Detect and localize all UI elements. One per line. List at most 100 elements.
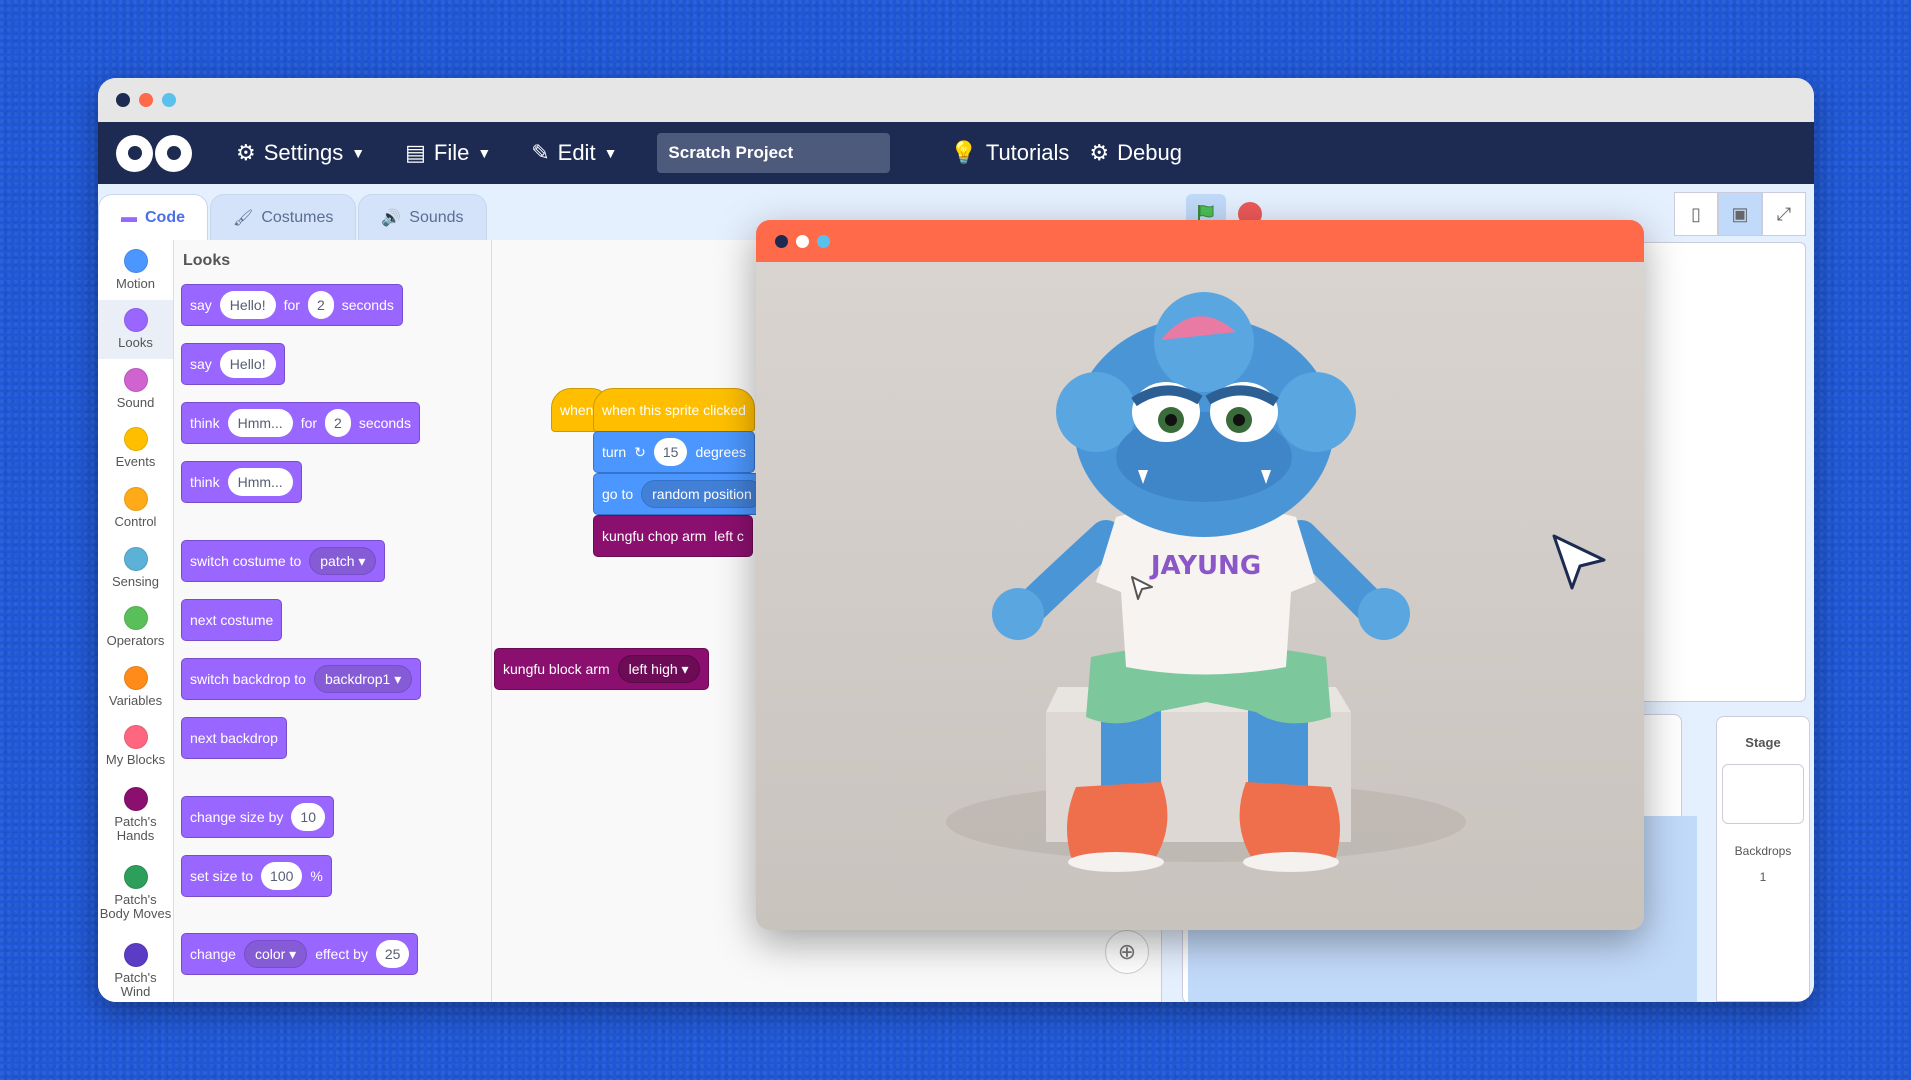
category-label: Patch's Hands [114, 814, 157, 844]
block-text: when [560, 402, 594, 418]
category-variables[interactable]: Variables [98, 657, 173, 717]
dropdown-value: backdrop1 [324, 671, 391, 687]
block-input[interactable]: 15 [653, 438, 688, 466]
next-backdrop-block[interactable]: next backdrop [181, 717, 287, 759]
turn-degrees-block[interactable]: turn ↻ 15 degrees [593, 431, 756, 473]
tab-sounds[interactable]: 🔊 Sounds [358, 194, 487, 240]
block-palette: Looks say Hello! for 2 seconds say Hello… [174, 240, 492, 1002]
minimize-dot[interactable] [139, 93, 153, 107]
block-input[interactable]: Hmm... [227, 409, 293, 437]
category-sound[interactable]: Sound [98, 359, 173, 419]
category-label: Motion [115, 275, 156, 291]
small-stage-button[interactable]: ▯ [1674, 192, 1718, 236]
file-menu[interactable]: ▤ File ▼ [405, 140, 491, 166]
block-input[interactable]: 10 [291, 803, 325, 831]
kungfu-chop-block[interactable]: kungfu chop arm left c [593, 515, 753, 557]
tutorials-button[interactable]: 💡 Tutorials [950, 140, 1069, 166]
go-to-block[interactable]: go to random position [593, 473, 772, 515]
when-sprite-clicked-block[interactable]: when this sprite clicked [593, 388, 755, 432]
block-text: for [283, 297, 300, 313]
arm-position-dropdown[interactable]: left high ▾ [617, 655, 700, 683]
popup-title-bar [756, 220, 1644, 262]
close-dot[interactable] [116, 93, 130, 107]
project-title-input[interactable]: Scratch Project [657, 133, 891, 173]
block-text: when this sprite clicked [602, 402, 746, 418]
speaker-icon: 🔊 [381, 209, 402, 227]
settings-menu[interactable]: ⚙ Settings ▼ [236, 140, 365, 166]
block-text: degrees [695, 444, 747, 460]
say-block[interactable]: say Hello! [181, 343, 285, 385]
block-text: change [190, 946, 236, 962]
block-input[interactable]: Hello! [219, 291, 276, 319]
kungfu-block-arm-block[interactable]: kungfu block arm left high ▾ [494, 648, 709, 690]
next-costume-block[interactable]: next costume [181, 599, 283, 641]
tab-costumes[interactable]: 🖌 Costumes [210, 194, 357, 240]
debug-button[interactable]: ⚙ Debug [1089, 140, 1182, 166]
category-motion[interactable]: Motion [98, 240, 173, 300]
stage-target-pane[interactable]: Stage Backdrops 1 [1716, 716, 1810, 1002]
stage-thumbnail[interactable] [1722, 764, 1804, 824]
change-effect-block[interactable]: change color ▾ effect by 25 [181, 933, 419, 975]
block-input[interactable]: 25 [375, 940, 410, 968]
category-sensing[interactable]: Sensing [98, 538, 173, 598]
block-input[interactable]: 2 [307, 291, 334, 319]
costume-dropdown[interactable]: patch ▾ [309, 547, 377, 575]
tab-code[interactable]: ▬ Code [98, 194, 208, 240]
dropdown-value: left high [628, 661, 678, 677]
set-size-block[interactable]: set size to 100 % [181, 855, 332, 897]
switch-backdrop-block[interactable]: switch backdrop to backdrop1 ▾ [181, 658, 422, 700]
tab-sounds-label: Sounds [409, 208, 464, 226]
block-text: left c [714, 528, 744, 544]
block-input[interactable]: Hmm... [227, 468, 293, 496]
scratch-logo[interactable] [116, 134, 192, 172]
category-label: Sound [116, 394, 155, 410]
think-for-seconds-block[interactable]: think Hmm... for 2 seconds [181, 402, 420, 444]
category-events[interactable]: Events [98, 419, 173, 479]
mouse-cursor-icon [1550, 532, 1610, 597]
gear-icon: ⚙ [236, 140, 256, 165]
large-stage-button[interactable]: ▣ [1718, 192, 1762, 236]
editor-tabs: ▬ Code 🖌 Costumes 🔊 Sounds [98, 194, 487, 240]
block-input[interactable]: 2 [325, 409, 351, 437]
block-input[interactable]: 100 [261, 862, 303, 890]
change-size-block[interactable]: change size by 10 [181, 796, 334, 838]
category-patch-s-hands[interactable]: Patch's Hands [98, 776, 173, 854]
block-text: seconds [341, 297, 394, 313]
stage-label: Stage [1745, 735, 1781, 750]
switch-costume-block[interactable]: switch costume to patch ▾ [181, 540, 386, 582]
fullscreen-button[interactable]: ⤢ [1762, 192, 1806, 236]
tab-costumes-label: Costumes [261, 208, 334, 226]
backdrops-count: 1 [1759, 870, 1767, 884]
category-operators[interactable]: Operators [98, 598, 173, 658]
popup-maximize-dot[interactable] [817, 234, 830, 248]
effect-dropdown[interactable]: color ▾ [243, 940, 308, 968]
think-block[interactable]: think Hmm... [181, 461, 302, 503]
category-looks[interactable]: Looks [98, 299, 173, 360]
block-text: kungfu block arm [503, 661, 610, 677]
block-text: say [190, 356, 212, 372]
category-patch-s-body-moves[interactable]: Patch's Body Moves [98, 854, 173, 932]
zoom-in-button[interactable]: ⊕ [1105, 930, 1149, 974]
category-control[interactable]: Control [98, 478, 173, 538]
popup-minimize-dot[interactable] [796, 234, 809, 248]
category-label: Operators [106, 633, 165, 649]
category-patch-s-wind[interactable]: Patch's Wind [98, 932, 173, 1002]
block-text: turn [602, 444, 627, 460]
block-text: change size by [190, 809, 284, 825]
block-text: set size to [190, 868, 254, 884]
block-text: % [310, 868, 323, 884]
go-to-dropdown[interactable]: random position [641, 480, 763, 508]
chevron-down-icon: ▼ [603, 145, 618, 161]
category-color-dot [123, 606, 148, 631]
backdrop-dropdown[interactable]: backdrop1 ▾ [313, 665, 413, 693]
menu-bar: ⚙ Settings ▼ ▤ File ▼ ✎ Edit ▼ Scratch P… [98, 122, 1814, 184]
say-for-seconds-block[interactable]: say Hello! for 2 seconds [181, 284, 403, 326]
category-color-dot [123, 248, 148, 273]
popup-close-dot[interactable] [775, 234, 788, 248]
category-label: Patch's Body Moves [99, 892, 172, 922]
category-my-blocks[interactable]: My Blocks [98, 717, 173, 777]
edit-menu[interactable]: ✎ Edit ▼ [531, 140, 617, 166]
block-text: kungfu chop arm [602, 528, 707, 544]
maximize-dot[interactable] [162, 93, 176, 107]
block-input[interactable]: Hello! [219, 350, 276, 378]
